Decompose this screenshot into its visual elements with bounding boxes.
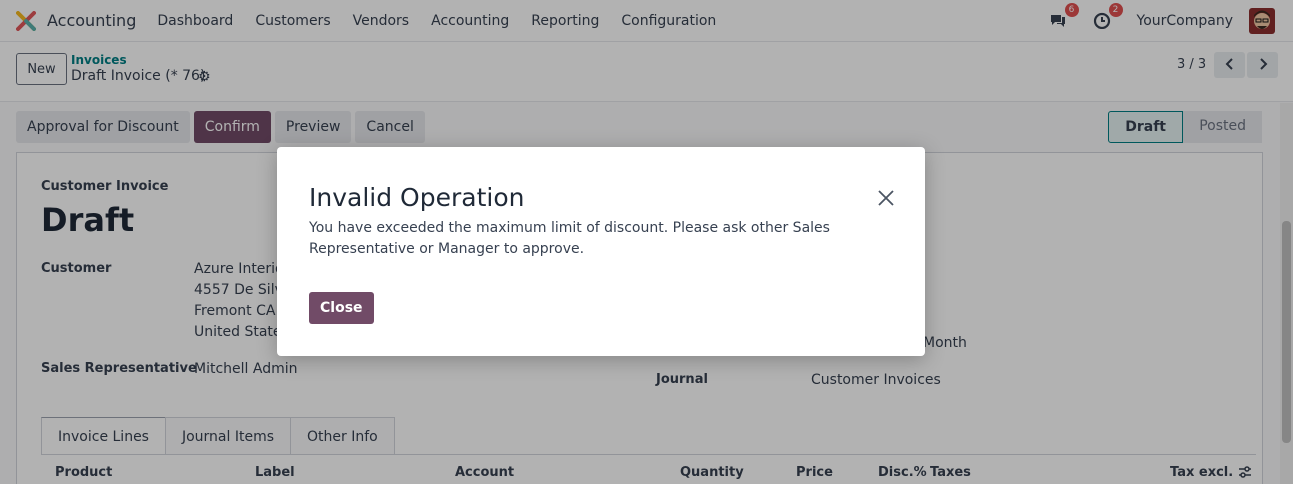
close-icon[interactable] [876, 188, 896, 208]
invalid-operation-dialog: Invalid Operation You have exceeded the … [277, 147, 925, 356]
dialog-title: Invalid Operation [309, 183, 525, 212]
dialog-message: You have exceeded the maximum limit of d… [309, 220, 830, 257]
close-button[interactable]: Close [309, 292, 374, 324]
